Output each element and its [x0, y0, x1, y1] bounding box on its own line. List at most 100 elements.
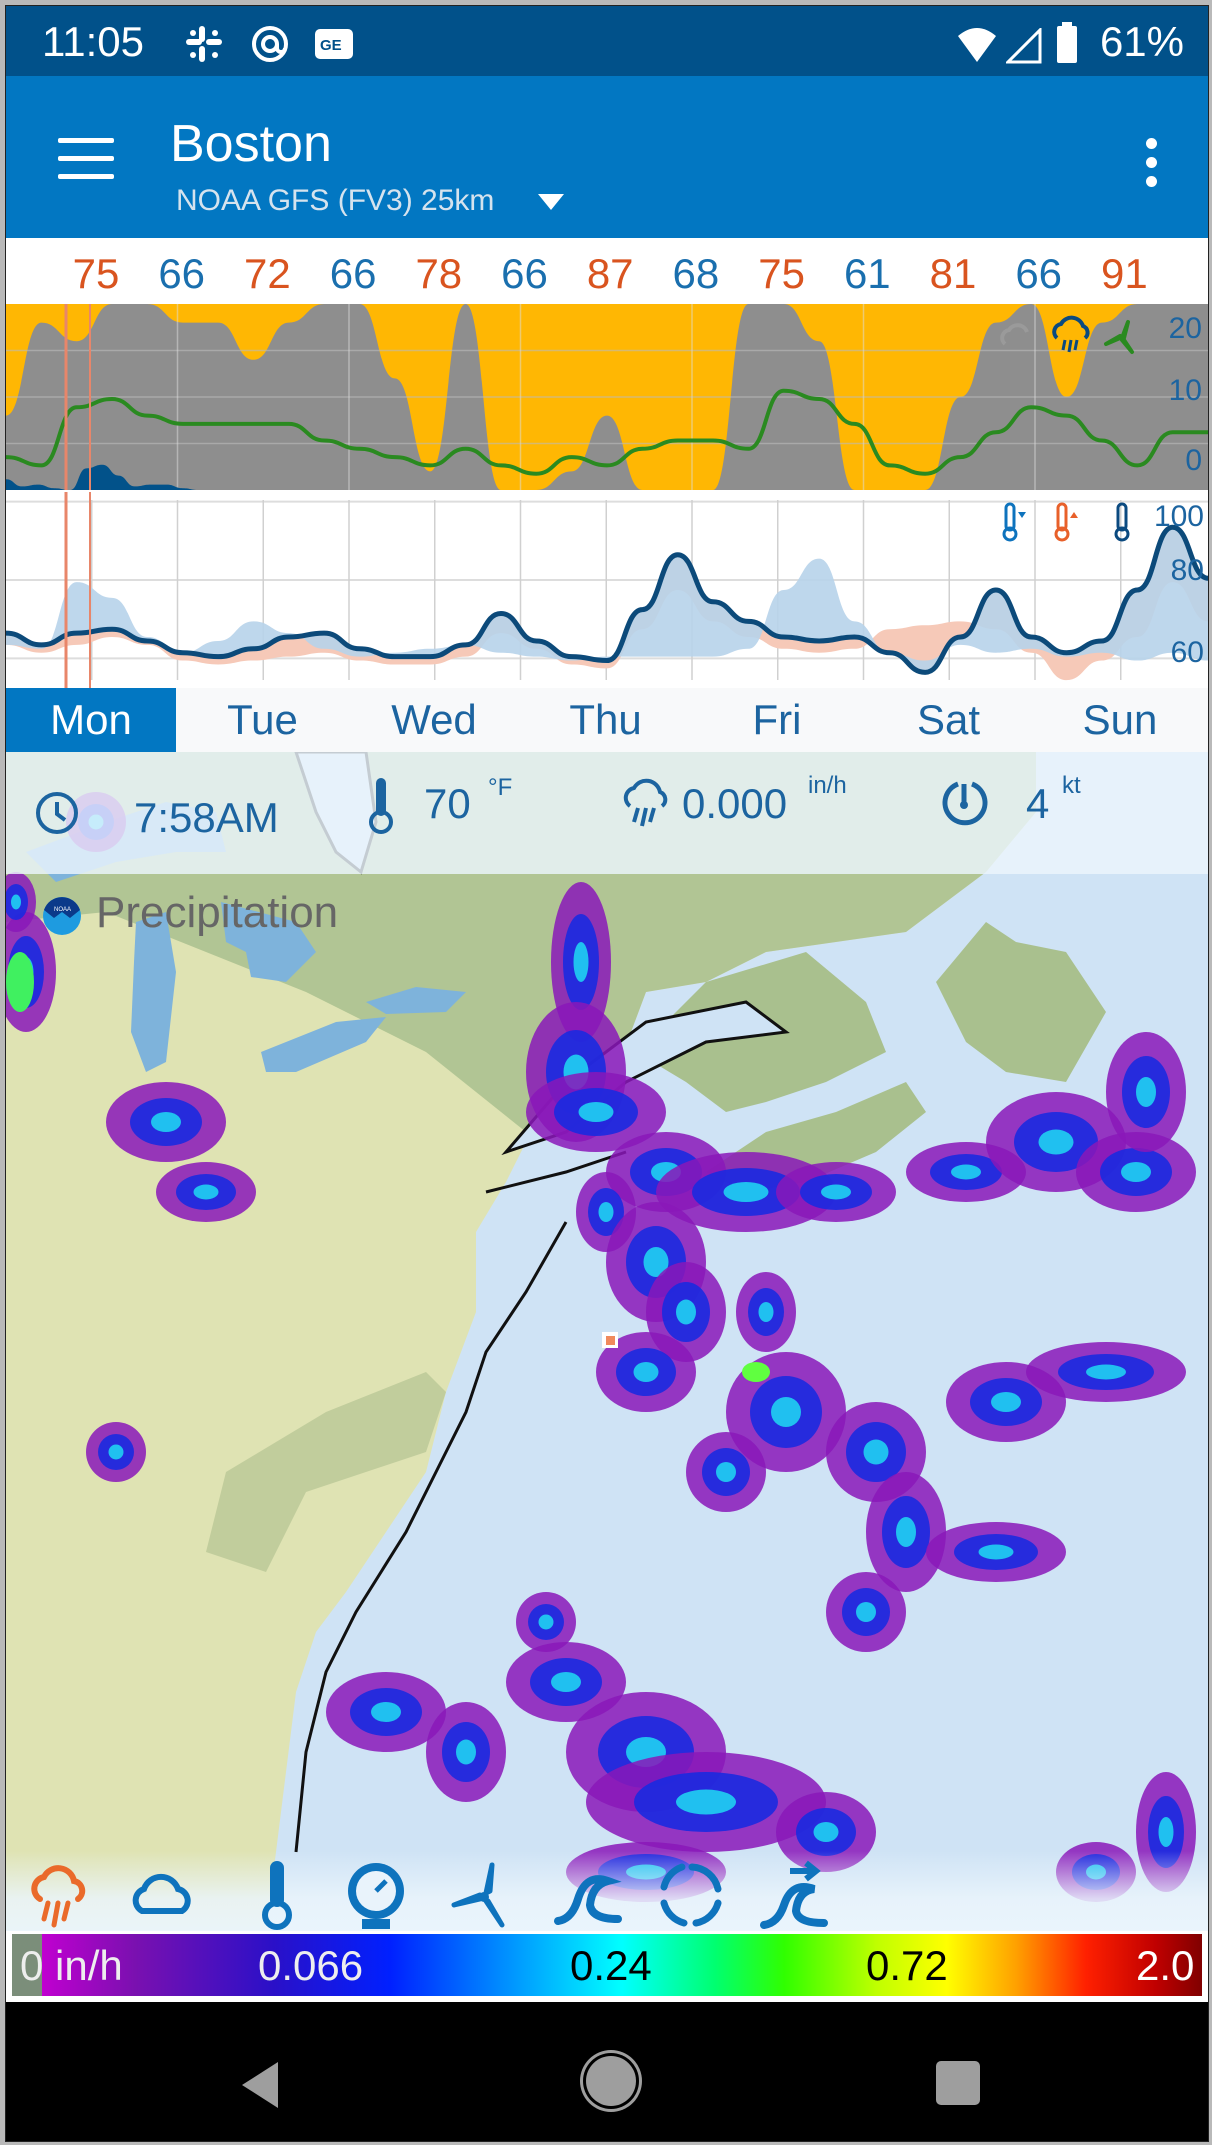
feels-like-icon	[1054, 502, 1078, 542]
thermometer-icon	[369, 778, 393, 834]
forecast-time: 7:58AM	[134, 794, 279, 841]
temperature-layer-button[interactable]	[242, 1859, 314, 1931]
svg-text:NOAA: NOAA	[54, 907, 71, 913]
app-toolbar: Boston NOAA GFS (FV3) 25km	[6, 76, 1208, 238]
wave-direction-layer-button[interactable]	[758, 1859, 830, 1931]
dropdown-caret-icon[interactable]	[538, 194, 564, 210]
battery-percent: 61%	[1099, 18, 1184, 65]
precip-cell-peak	[676, 1299, 696, 1325]
wifi-icon	[958, 28, 996, 62]
cell-signal-icon	[1006, 28, 1042, 64]
precip-cell-peak	[371, 1702, 401, 1722]
wind-unit: kt	[1062, 772, 1081, 799]
min-temp: 66	[158, 250, 206, 297]
cloud-wind-precip-chart[interactable]: 20 10 0	[6, 304, 1208, 490]
tab-sun[interactable]: Sun	[1035, 688, 1205, 752]
layer-selector-bar	[6, 1851, 1208, 1931]
precip-cell-peak	[771, 1397, 801, 1427]
system-nav-bar	[6, 2002, 1208, 2141]
wind-gust-layer-button[interactable]	[656, 1859, 728, 1931]
scale-label: 0.72	[866, 1942, 948, 1989]
precip-cell-peak	[676, 1789, 736, 1815]
y-tick-label: 100	[1154, 500, 1204, 533]
day-tabs: Mon Tue Wed Thu Fri Sat Sun	[6, 688, 1208, 752]
max-temp: 81	[929, 250, 977, 297]
status-bar: 11:05 GE 61%	[6, 6, 1208, 76]
hamburger-icon[interactable]	[58, 138, 114, 182]
precip-cell-peak	[951, 1164, 981, 1180]
scale-label: 0.066	[258, 1942, 364, 1989]
scale-label: 0 in/h	[20, 1942, 123, 1989]
tab-wed[interactable]: Wed	[349, 688, 519, 752]
noaa-logo-icon: NOAA	[43, 897, 81, 935]
temperature-unit: °F	[488, 774, 513, 801]
precip-cell-peak	[151, 1112, 181, 1132]
min-temp: 61	[843, 250, 891, 297]
tab-tue[interactable]: Tue	[178, 688, 348, 752]
pressure-layer-button[interactable]	[340, 1859, 412, 1931]
precip-cell-peak	[456, 1739, 476, 1765]
y-tick-label: 10	[1169, 374, 1202, 407]
y-tick-label: 60	[1171, 636, 1204, 669]
status-time: 11:05	[42, 18, 144, 65]
cloud-layer-button[interactable]	[128, 1859, 200, 1931]
layer-name: Precipitation	[96, 888, 339, 937]
back-button[interactable]	[242, 2062, 278, 2108]
newfoundland	[936, 922, 1106, 1082]
daily-temperature-row: 75 66 72 66 78 66 87 68 75 61 81 66 91	[6, 238, 1208, 304]
precip-cell-peak	[633, 1362, 659, 1382]
precip-cell-peak	[1136, 1077, 1156, 1107]
clock-icon	[36, 792, 78, 834]
precip-cell-peak	[813, 1822, 839, 1842]
y-tick-label: 0	[1185, 444, 1202, 477]
precip-cell-peak	[108, 1444, 124, 1460]
rain-icon	[623, 778, 668, 827]
min-temp: 68	[672, 250, 720, 297]
precipitation-color-scale: 0 in/h 0.066 0.24 0.72 2.0	[12, 1934, 1202, 1996]
precip-cell-peak	[578, 1102, 614, 1122]
temperature-chart[interactable]: 100 80 60	[6, 492, 1208, 688]
min-temp: 66	[501, 250, 548, 297]
precip-cell-peak	[573, 942, 589, 982]
tab-sat[interactable]: Sat	[864, 688, 1034, 752]
more-vert-icon[interactable]	[1146, 138, 1160, 195]
precip-cell-peak	[551, 1672, 581, 1692]
tab-thu[interactable]: Thu	[521, 688, 691, 752]
precip-cell-peak	[991, 1392, 1021, 1412]
min-temp: 66	[329, 250, 377, 297]
scale-label: 2.0	[1136, 1942, 1195, 1989]
max-temp: 75	[72, 250, 120, 297]
wave-layer-button[interactable]	[552, 1859, 624, 1931]
precip-cell-peak	[742, 1362, 770, 1382]
max-temp: 91	[1101, 250, 1148, 297]
wind-layer-button[interactable]	[448, 1859, 520, 1931]
wind-value: 4	[1026, 780, 1050, 827]
precipitation-unit: in/h	[808, 772, 847, 799]
precipitation-layer-button[interactable]	[24, 1859, 96, 1931]
phone-screen: 11:05 GE 61% Boston NOAA GFS (FV3) 25km …	[5, 5, 1209, 2142]
location-title[interactable]: Boston	[170, 114, 332, 174]
tab-mon[interactable]: Mon	[6, 688, 176, 752]
precip-cell-peak	[538, 1614, 554, 1630]
dew-point-icon	[1002, 502, 1026, 542]
precip-cell-peak	[896, 1517, 916, 1547]
scale-label: 0.24	[570, 1942, 652, 1989]
home-button[interactable]	[586, 2056, 636, 2106]
precip-cell-peak	[11, 894, 21, 910]
svg-text:GE: GE	[320, 37, 342, 54]
min-temp: 66	[1015, 250, 1063, 297]
tab-fri[interactable]: Fri	[692, 688, 862, 752]
battery-icon	[1057, 22, 1077, 63]
slack-icon	[186, 26, 222, 62]
recents-button[interactable]	[936, 2061, 980, 2105]
precip-cell-peak	[1038, 1129, 1074, 1155]
wind-speed-icon	[942, 781, 988, 826]
precip-cell-peak	[716, 1462, 736, 1482]
temperature-icon	[1114, 502, 1130, 542]
precip-cell-peak	[723, 1182, 769, 1202]
precip-cell-peak	[821, 1184, 851, 1200]
y-tick-label: 80	[1171, 554, 1204, 587]
precip-cell-peak	[193, 1184, 219, 1200]
max-temp: 72	[244, 250, 291, 297]
model-selector[interactable]: NOAA GFS (FV3) 25km	[176, 184, 494, 218]
